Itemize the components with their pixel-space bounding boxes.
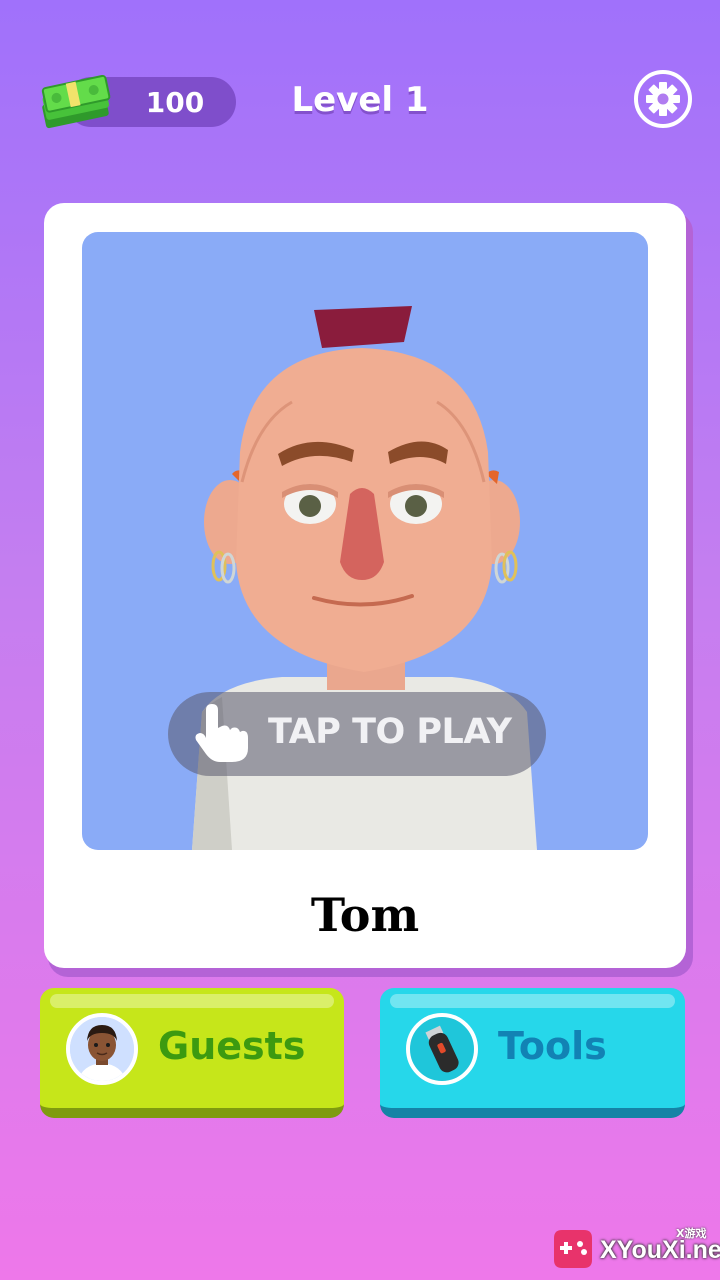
button-gloss <box>50 994 334 1008</box>
watermark-text: XYouXi.net <box>600 1236 720 1264</box>
button-gloss <box>390 994 675 1008</box>
guest-avatar-icon <box>66 1013 138 1085</box>
guests-button[interactable]: Guests <box>40 988 344 1118</box>
gear-icon <box>646 82 680 116</box>
cash-amount: 100 <box>145 86 205 119</box>
watermark-logo-icon <box>554 1230 592 1268</box>
pointing-hand-icon <box>195 704 248 762</box>
level-title: Level 1 <box>291 80 429 120</box>
hair-clipper-icon <box>406 1013 478 1085</box>
cash-stack-icon <box>41 74 111 129</box>
tools-label: Tools <box>498 1024 607 1068</box>
tap-to-play-label: TAP TO PLAY <box>268 712 512 752</box>
guest-name: Tom <box>310 888 420 942</box>
settings-button[interactable] <box>634 70 692 128</box>
tools-button[interactable]: Tools <box>380 988 685 1118</box>
guests-label: Guests <box>158 1024 306 1068</box>
